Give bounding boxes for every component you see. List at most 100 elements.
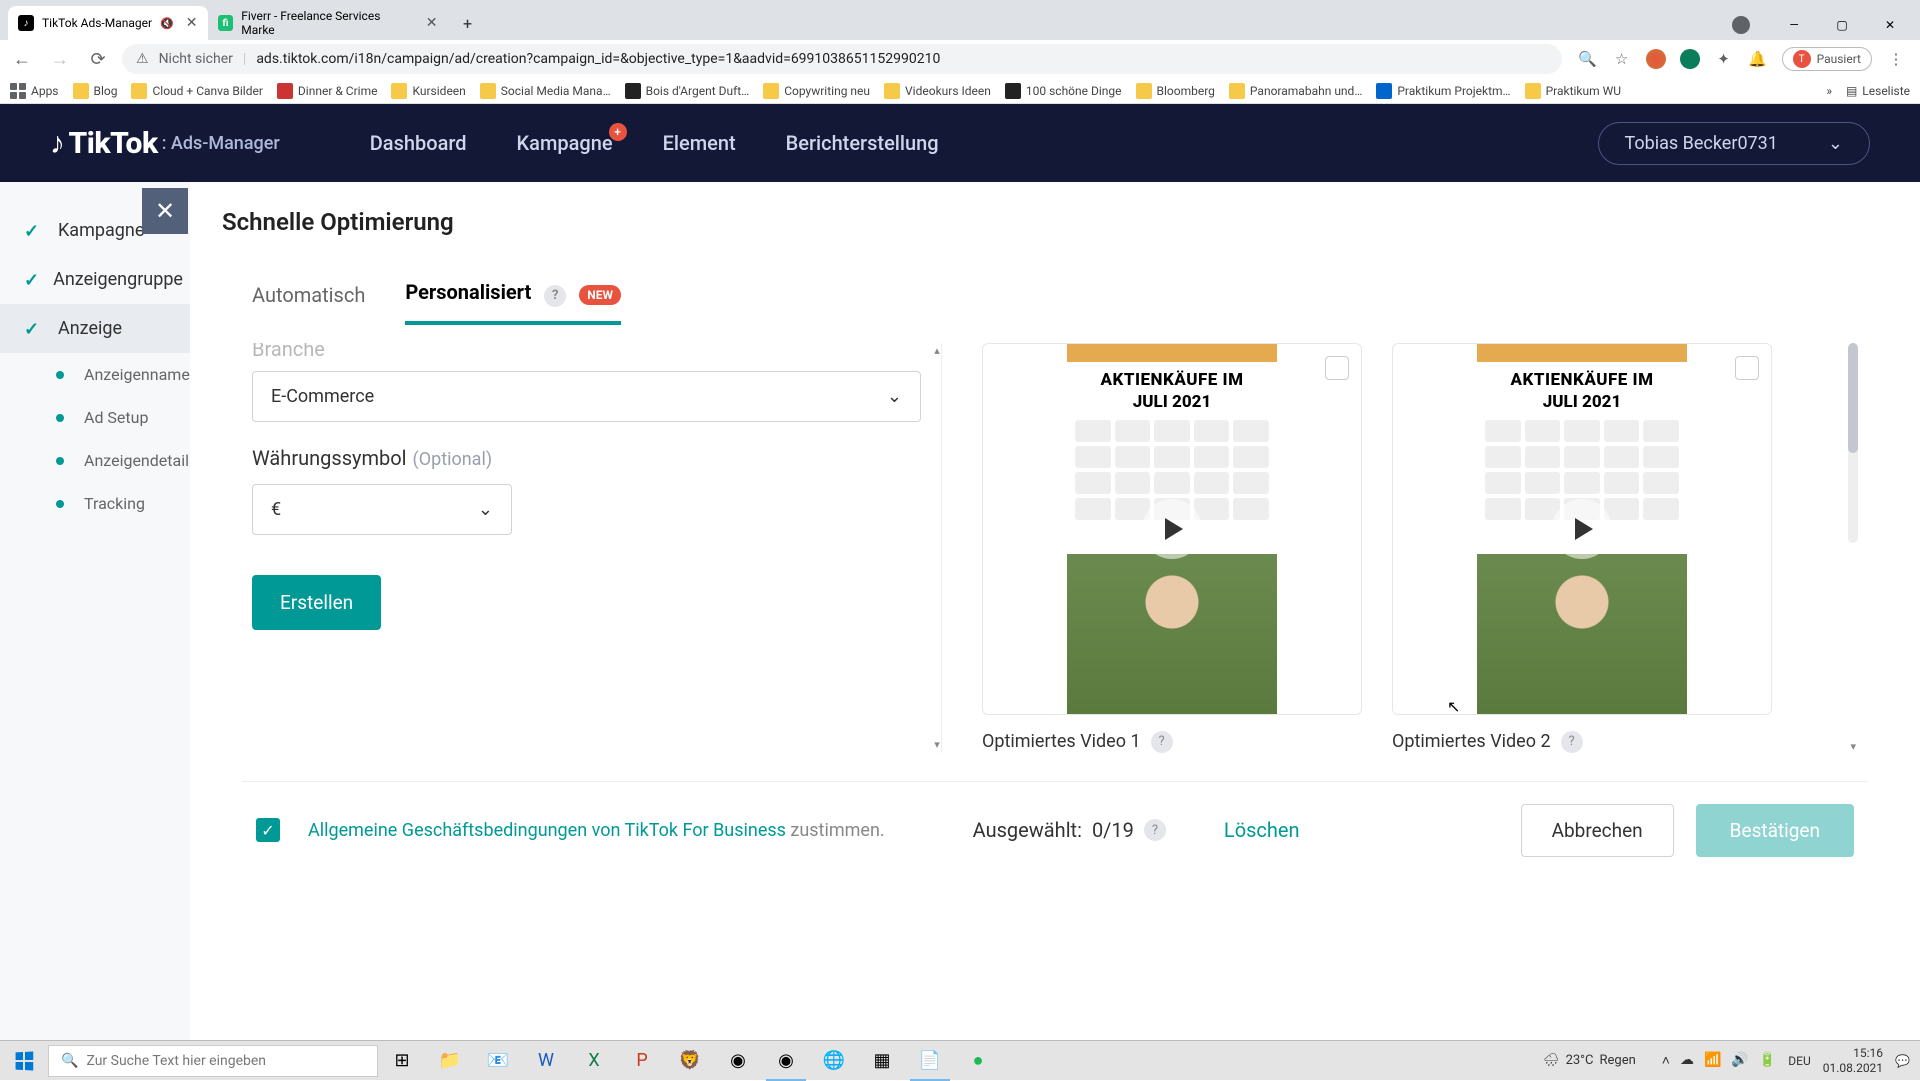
video-thumbnail[interactable]: AKTIENKÄUFE IM JULI 2021 bbox=[982, 343, 1362, 715]
sidebar-sub-tracking[interactable]: Tracking bbox=[0, 482, 200, 525]
tab-personalisiert[interactable]: Personalisiert ? NEW bbox=[405, 280, 621, 325]
onedrive-icon[interactable]: ☁ bbox=[1680, 1052, 1694, 1069]
bookmark-item[interactable]: Dinner & Crime bbox=[277, 83, 378, 99]
bookmark-item[interactable]: Videokurs Ideen bbox=[884, 83, 991, 99]
branche-select[interactable]: E-Commerce ⌄ bbox=[252, 371, 921, 422]
close-window-button[interactable]: ✕ bbox=[1868, 10, 1912, 40]
explorer-icon[interactable]: 📁 bbox=[426, 1041, 474, 1081]
sidebar-sub-anzeigendetails[interactable]: Anzeigendetails bbox=[0, 439, 200, 482]
maximize-button[interactable]: ▢ bbox=[1820, 10, 1864, 40]
extension-icon[interactable] bbox=[1646, 49, 1666, 69]
sidebar-item-anzeige[interactable]: ✓Anzeige bbox=[0, 304, 200, 353]
bookmark-item[interactable]: Cloud + Canva Bilder bbox=[131, 83, 262, 99]
modal-close-button[interactable]: ✕ bbox=[142, 188, 188, 234]
bookmark-item[interactable]: Social Media Mana… bbox=[480, 83, 611, 99]
star-icon[interactable]: ☆ bbox=[1612, 49, 1632, 69]
task-view-icon[interactable]: ⊞ bbox=[378, 1041, 426, 1081]
reload-button[interactable]: ⟳ bbox=[84, 45, 112, 73]
sidebar-item-anzeigengruppe[interactable]: ✓Anzeigengruppe bbox=[0, 255, 200, 304]
bookmarks-overflow[interactable]: » bbox=[1826, 84, 1832, 98]
forward-button[interactable]: → bbox=[46, 45, 74, 73]
terms-link[interactable]: Allgemeine Geschäftsbedingungen von TikT… bbox=[308, 820, 786, 841]
scroll-up-icon[interactable]: ▴ bbox=[929, 343, 945, 359]
notifications-icon[interactable]: 💬 bbox=[1895, 1054, 1910, 1068]
videos-scrollbar[interactable] bbox=[1848, 343, 1858, 543]
nav-dashboard[interactable]: Dashboard bbox=[370, 131, 467, 155]
video-thumbnail[interactable]: AKTIENKÄUFE IM JULI 2021 bbox=[1392, 343, 1772, 715]
tab-automatisch[interactable]: Automatisch bbox=[252, 283, 365, 321]
mute-icon[interactable]: 🔇 bbox=[160, 17, 174, 30]
browser-tab-tiktok[interactable]: ♪ TikTok Ads-Manager 🔇 ✕ bbox=[8, 6, 208, 40]
scroll-down-icon[interactable]: ▾ bbox=[929, 737, 945, 753]
mail-icon[interactable]: 📧 bbox=[474, 1041, 522, 1081]
play-icon[interactable] bbox=[1552, 499, 1612, 559]
start-button[interactable] bbox=[0, 1041, 48, 1081]
nav-berichterstellung[interactable]: Berichterstellung bbox=[786, 131, 939, 155]
scroll-down-icon[interactable]: ▾ bbox=[1850, 740, 1856, 753]
bookmark-item[interactable]: Praktikum WU bbox=[1525, 83, 1621, 99]
reading-list[interactable]: ▤Leseliste bbox=[1846, 84, 1910, 98]
user-menu[interactable]: Tobias Becker0731 ⌄ bbox=[1598, 122, 1871, 165]
taskbar-search[interactable]: 🔍 Zur Suche Text hier eingeben bbox=[48, 1045, 378, 1077]
terms-checkbox[interactable]: ✓ bbox=[256, 818, 280, 842]
currency-select[interactable]: € ⌄ bbox=[252, 484, 512, 535]
language-indicator[interactable]: DEU bbox=[1788, 1054, 1810, 1068]
delete-link[interactable]: Löschen bbox=[1224, 818, 1300, 842]
confirm-button[interactable]: Bestätigen bbox=[1696, 804, 1854, 857]
puzzle-icon[interactable]: ✦ bbox=[1714, 49, 1734, 69]
kebab-icon[interactable]: ⋮ bbox=[1886, 49, 1906, 69]
chrome-icon[interactable]: ◉ bbox=[762, 1041, 810, 1081]
minimize-button[interactable]: — bbox=[1772, 10, 1816, 40]
cancel-button[interactable]: Abbrechen bbox=[1521, 804, 1674, 857]
help-icon[interactable]: ? bbox=[544, 285, 566, 307]
notepad-icon[interactable]: 📄 bbox=[906, 1041, 954, 1081]
help-icon[interactable]: ? bbox=[1144, 819, 1166, 841]
tray-chevron-icon[interactable]: ˄ bbox=[1662, 1052, 1670, 1069]
create-button[interactable]: Erstellen bbox=[252, 575, 381, 630]
tiktok-logo[interactable]: ♪TikTok bbox=[50, 126, 158, 161]
bookmark-item[interactable]: Praktikum Projektm… bbox=[1376, 83, 1510, 99]
weather-widget[interactable]: 🌧 23°C Regen bbox=[1543, 1053, 1636, 1068]
zoom-icon[interactable]: 🔍 bbox=[1578, 49, 1598, 69]
play-icon[interactable] bbox=[1142, 499, 1202, 559]
help-icon[interactable]: ? bbox=[1151, 731, 1173, 753]
obs-icon[interactable]: ◉ bbox=[714, 1041, 762, 1081]
word-icon[interactable]: W bbox=[522, 1041, 570, 1081]
bookmark-item[interactable]: Copywriting neu bbox=[763, 83, 870, 99]
bookmark-item[interactable]: Panoramabahn und… bbox=[1229, 83, 1362, 99]
clock[interactable]: 15:16 01.08.2021 bbox=[1823, 1046, 1883, 1075]
bookmark-apps[interactable]: Apps bbox=[10, 83, 59, 99]
bookmark-item[interactable]: Blog bbox=[73, 83, 118, 99]
brave-icon[interactable]: 🦁 bbox=[666, 1041, 714, 1081]
close-icon[interactable]: ✕ bbox=[186, 15, 198, 31]
nav-kampagne[interactable]: Kampagne+ bbox=[517, 131, 613, 155]
address-bar[interactable]: ⚠ Nicht sicher | ads.tiktok.com/i18n/cam… bbox=[122, 44, 1562, 74]
app-icon[interactable]: ▦ bbox=[858, 1041, 906, 1081]
help-icon[interactable]: ? bbox=[1561, 731, 1583, 753]
powerpoint-icon[interactable]: P bbox=[618, 1041, 666, 1081]
profile-paused[interactable]: T Pausiert bbox=[1782, 47, 1872, 71]
spotify-icon[interactable]: ● bbox=[954, 1041, 1002, 1081]
wifi-icon[interactable]: 📶 bbox=[1704, 1052, 1721, 1069]
video-select-checessbox[interactable] bbox=[1325, 356, 1349, 380]
extension-icon[interactable] bbox=[1680, 49, 1700, 69]
volume-icon[interactable]: 🔊 bbox=[1731, 1052, 1748, 1069]
notifications-icon[interactable]: 🔔 bbox=[1748, 49, 1768, 69]
bookmark-item[interactable]: Bloomberg bbox=[1136, 83, 1215, 99]
select-value: E-Commerce bbox=[271, 386, 374, 407]
close-icon[interactable]: ✕ bbox=[426, 15, 438, 31]
bookmark-item[interactable]: Kursideen bbox=[391, 83, 465, 99]
battery-icon[interactable]: 🔋 bbox=[1759, 1052, 1776, 1069]
nav-element[interactable]: Element bbox=[663, 131, 736, 155]
profile-icon[interactable] bbox=[1732, 16, 1750, 34]
bookmark-item[interactable]: 100 schöne Dinge bbox=[1005, 83, 1122, 99]
bookmark-item[interactable]: Bois d'Argent Duft… bbox=[625, 83, 750, 99]
sidebar-sub-anzeigenname[interactable]: Anzeigenname bbox=[0, 353, 200, 396]
back-button[interactable]: ← bbox=[8, 45, 36, 73]
excel-icon[interactable]: X bbox=[570, 1041, 618, 1081]
browser-tab-fiverr[interactable]: fi Fiverr - Freelance Services Marke ✕ bbox=[208, 6, 448, 40]
sidebar-sub-adsetup[interactable]: Ad Setup bbox=[0, 396, 200, 439]
edge-icon[interactable]: 🌐 bbox=[810, 1041, 858, 1081]
new-tab-button[interactable]: + bbox=[454, 9, 482, 37]
video-select-checkbox[interactable] bbox=[1735, 356, 1759, 380]
